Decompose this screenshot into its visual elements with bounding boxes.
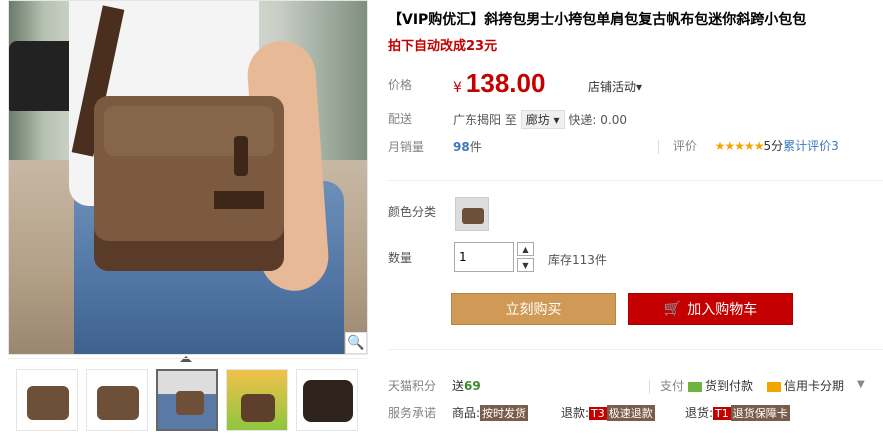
points-value: 69 xyxy=(464,379,481,393)
currency-symbol: ¥ xyxy=(453,80,462,96)
chevron-down-icon: ▾ xyxy=(553,113,560,127)
add-to-cart-label: 加入购物车 xyxy=(687,302,758,318)
service-return: 退货: T1 退货保障卡 xyxy=(685,404,790,421)
photo-bag xyxy=(94,96,284,271)
service-refund: 退款: T3 极速退款 xyxy=(561,404,655,421)
refund-prefix: 退款: xyxy=(561,406,590,420)
price: ¥138.00 xyxy=(453,68,545,99)
star-rating-icon: ★★★★★ xyxy=(714,139,765,153)
on-time-delivery-badge[interactable]: 按时发货 xyxy=(480,405,529,421)
color-swatch[interactable] xyxy=(455,197,489,231)
city-value: 廊坊 xyxy=(525,113,550,127)
thumbnail-4[interactable] xyxy=(226,369,288,431)
cumulative-reviews-link[interactable]: 累计评价3 xyxy=(783,139,839,153)
price-value: 138.00 xyxy=(465,68,546,98)
sales-unit: 件 xyxy=(469,140,482,154)
points-label: 天猫积分 xyxy=(388,379,437,393)
credit-label: 信用卡分期 xyxy=(784,379,845,393)
zoom-icon[interactable]: 🔍 xyxy=(345,332,367,354)
store-promo-dropdown[interactable]: 店铺活动▾ xyxy=(588,78,642,95)
sales-count: 98 xyxy=(453,140,470,154)
price-label: 价格 xyxy=(388,78,413,92)
credit-card-icon xyxy=(767,381,781,392)
monthly-sales: 98件 xyxy=(453,138,482,155)
rating-label: 评价 xyxy=(672,139,697,153)
city-select[interactable]: 廊坊 ▾ xyxy=(520,110,565,129)
divider xyxy=(388,180,883,181)
shipping-label: 配送 xyxy=(388,112,413,126)
chevron-down-icon[interactable]: ▼ xyxy=(857,379,865,390)
quantity-decrease-button[interactable]: ▼ xyxy=(517,258,534,272)
divider xyxy=(658,139,659,154)
return-code-badge: T1 xyxy=(713,407,731,420)
thumbnail-strip xyxy=(8,358,368,436)
quantity-increase-button[interactable]: ▲ xyxy=(517,242,534,256)
store-promo-label: 店铺活动 xyxy=(588,80,637,94)
cod-label: 货到付款 xyxy=(705,379,754,393)
goods-prefix: 商品: xyxy=(452,406,481,420)
divider xyxy=(649,379,650,394)
bag-flap xyxy=(104,106,274,156)
shipping-info: 广东揭阳 至 廊坊 ▾ 快递: 0.00 xyxy=(453,110,627,129)
service-label: 服务承诺 xyxy=(388,406,437,420)
monthly-sales-label: 月销量 xyxy=(388,140,425,154)
credit-installment-option[interactable]: 信用卡分期 xyxy=(767,377,844,394)
thumbnail-2[interactable] xyxy=(86,369,148,431)
points-info: 送69 xyxy=(452,377,481,394)
return-prefix: 退货: xyxy=(685,406,714,420)
thumbnail-5[interactable] xyxy=(296,369,358,431)
service-goods: 商品: 按时发货 xyxy=(452,404,529,421)
divider xyxy=(388,349,883,350)
stock-count: 库存113件 xyxy=(548,253,607,267)
cart-icon: 🛒 xyxy=(663,301,682,317)
thumbnail-1[interactable] xyxy=(16,369,78,431)
bag-tab xyxy=(234,136,248,176)
bag-label xyxy=(214,191,264,209)
quantity-label: 数量 xyxy=(388,251,413,265)
ship-to-word: 至 xyxy=(504,113,517,127)
express-fee: 快递: 0.00 xyxy=(568,113,627,127)
cod-option[interactable]: 货到付款 xyxy=(688,377,753,394)
buy-now-button[interactable]: 立刻购买 xyxy=(451,293,616,325)
product-title: 【VIP购优汇】斜挎包男士小挎包单肩包复古帆布包迷你斜跨小包包 xyxy=(388,12,807,28)
ship-from: 广东揭阳 xyxy=(453,113,502,127)
main-product-image[interactable]: 🔍 xyxy=(8,0,368,355)
fast-refund-badge[interactable]: 极速退款 xyxy=(606,405,655,421)
payment-label: 支付 xyxy=(649,377,684,394)
product-subtitle: 拍下自动改成23元 xyxy=(388,39,498,54)
cash-on-delivery-icon xyxy=(688,381,702,392)
points-prefix: 送 xyxy=(452,379,465,393)
chevron-down-icon: ▾ xyxy=(636,80,643,94)
color-label: 颜色分类 xyxy=(388,205,437,219)
return-guarantee-badge[interactable]: 退货保障卡 xyxy=(730,405,790,421)
payment-label-text: 支付 xyxy=(660,379,685,393)
rating-score: 5分 xyxy=(763,139,784,153)
add-to-cart-button[interactable]: 🛒 加入购物车 xyxy=(628,293,793,325)
refund-code-badge: T3 xyxy=(589,407,607,420)
quantity-input[interactable] xyxy=(454,242,514,272)
rating-info: 评价 ★★★★★5分累计评价3 xyxy=(658,137,839,154)
thumbnail-3[interactable] xyxy=(156,369,218,431)
